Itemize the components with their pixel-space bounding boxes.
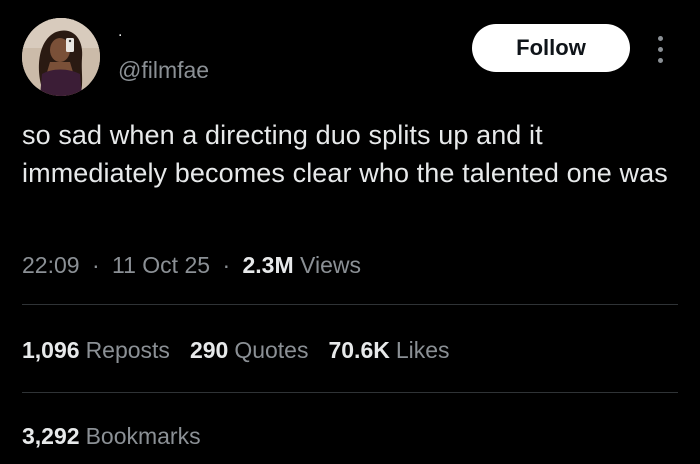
tweet-meta: 22:09 · 11 Oct 25 · 2.3M Views (22, 250, 361, 280)
quotes-stat[interactable]: 290 Quotes (190, 335, 309, 365)
dot-icon (657, 35, 663, 41)
likes-label: Likes (395, 337, 450, 363)
tweet-time[interactable]: 22:09 (22, 252, 80, 278)
quotes-label: Quotes (234, 337, 309, 363)
tweet-date[interactable]: 11 Oct 25 (112, 252, 210, 278)
tweet-card: . @filmfae Follow so sad when a directin… (0, 0, 700, 464)
bookmarks-label: Bookmarks (85, 423, 201, 449)
tweet-text: so sad when a directing duo splits up an… (22, 120, 668, 188)
likes-stat[interactable]: 70.6K Likes (328, 335, 449, 365)
avatar[interactable] (22, 18, 100, 96)
meta-separator: · (91, 252, 100, 278)
likes-count: 70.6K (328, 337, 390, 363)
follow-button[interactable]: Follow (472, 24, 630, 72)
display-name[interactable]: . (118, 22, 122, 42)
user-handle[interactable]: @filmfae (118, 56, 209, 84)
dot-icon (657, 57, 663, 63)
more-options-icon[interactable] (648, 26, 672, 72)
reposts-label: Reposts (85, 337, 170, 363)
views-count: 2.3M (242, 252, 294, 278)
quotes-count: 290 (189, 337, 229, 363)
divider (22, 304, 678, 305)
engagement-stats: 1,096 Reposts 290 Quotes 70.6K Likes (22, 335, 450, 365)
dot-icon (657, 46, 663, 52)
reposts-stat[interactable]: 1,096 Reposts (22, 335, 170, 365)
meta-separator: · (222, 252, 231, 278)
bookmarks-count: 3,292 (22, 423, 80, 449)
profile-photo-icon (22, 18, 100, 96)
divider (22, 392, 678, 393)
reposts-count: 1,096 (22, 337, 80, 363)
views-label: Views (300, 252, 361, 278)
bookmarks-stat[interactable]: 3,292 Bookmarks (22, 421, 201, 451)
